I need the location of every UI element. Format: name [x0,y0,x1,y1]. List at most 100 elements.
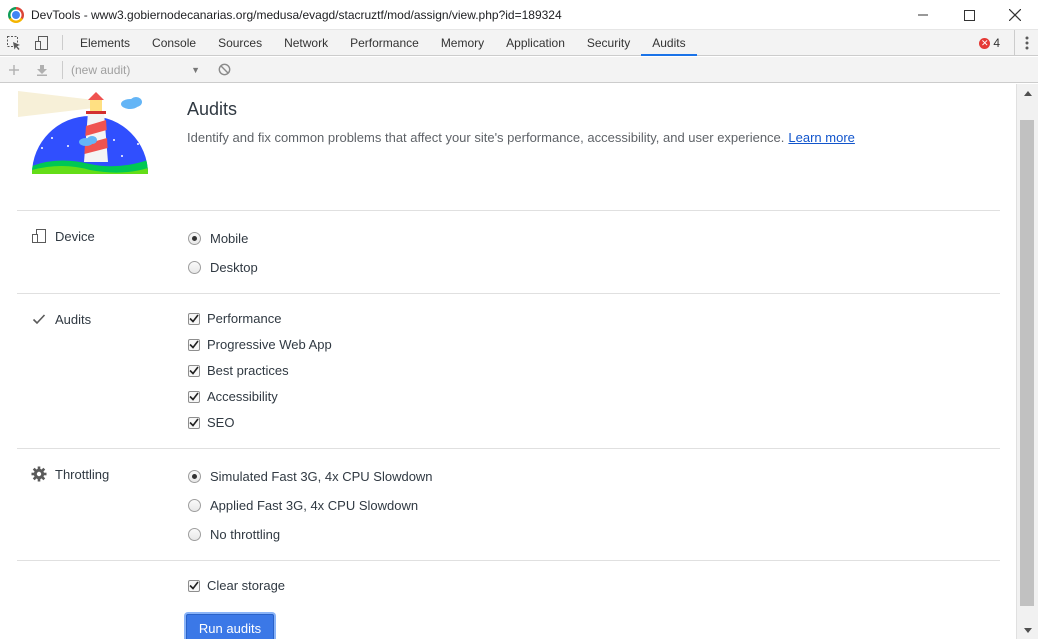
checkmark-icon [30,311,48,327]
minimize-button[interactable] [900,0,946,30]
window-controls [900,0,1038,30]
section-divider [17,210,1000,211]
throttling-option-none[interactable]: No throttling [188,527,280,542]
device-label: Device [55,228,95,244]
audits-section-label: Audits [30,311,91,327]
device-section-label: Device [30,228,95,244]
section-divider [17,293,1000,294]
audits-header: Audits Identify and fix common problems … [0,84,1016,210]
best-practices-label: Best practices [207,363,289,378]
download-icon [37,64,47,76]
more-options-button[interactable] [1014,30,1038,56]
scroll-down-arrow-icon [1023,627,1032,633]
new-audit-button[interactable] [0,64,28,76]
learn-more-link[interactable]: Learn more [788,130,854,145]
gear-icon [30,466,48,482]
tab-application[interactable]: Application [495,30,576,55]
clear-storage-option[interactable]: Clear storage [188,578,285,593]
performance-label: Performance [207,311,282,326]
error-count: 4 [993,36,1000,50]
audits-panel: Audits Identify and fix common problems … [0,84,1016,639]
tab-security[interactable]: Security [576,30,641,55]
plus-icon [9,64,19,75]
checkbox-best-practices[interactable] [188,364,200,377]
block-icon [218,63,230,76]
run-audits-button[interactable]: Run audits [186,614,274,639]
tab-elements[interactable]: Elements [69,30,141,55]
maximize-button[interactable] [946,0,992,30]
toolbar-divider [62,35,63,50]
scroll-down-button[interactable] [1017,621,1038,639]
section-divider [17,560,1000,561]
dropdown-arrow-icon: ▼ [191,64,200,75]
audit-select-value: (new audit) [71,62,131,77]
download-report-button[interactable] [28,64,56,76]
throttling-option-applied[interactable]: Applied Fast 3G, 4x CPU Slowdown [188,498,418,513]
checkbox-clear-storage[interactable] [188,579,200,592]
scroll-up-arrow-icon [1023,90,1032,96]
description-text: Identify and fix common problems that af… [187,130,785,145]
checkbox-accessibility[interactable] [188,390,200,403]
tabbar-right: ✕ 4 [979,30,1038,56]
window-title: DevTools - www3.gobiernodecanarias.org/m… [31,7,562,22]
category-performance[interactable]: Performance [188,311,281,326]
throttling-section-label: Throttling [30,466,109,482]
vertical-scrollbar[interactable] [1016,84,1038,639]
tab-audits[interactable]: Audits [641,30,697,56]
desktop-label: Desktop [210,260,258,275]
error-counter[interactable]: ✕ 4 [979,36,1000,50]
throttling-label: Throttling [55,466,110,482]
no-throttling-label: No throttling [210,527,281,542]
device-option-mobile[interactable]: Mobile [188,231,248,246]
radio-no-throttling[interactable] [188,528,201,541]
audits-label: Audits [55,311,92,327]
throttling-option-simulated[interactable]: Simulated Fast 3G, 4x CPU Slowdown [188,469,433,484]
radio-desktop[interactable] [188,261,201,274]
category-best-practices[interactable]: Best practices [188,363,289,378]
checkbox-pwa[interactable] [188,338,200,351]
close-window-button[interactable] [992,0,1038,30]
scrollbar-thumb[interactable] [1020,120,1034,606]
accessibility-label: Accessibility [207,389,278,404]
scroll-up-button[interactable] [1017,84,1038,102]
checkbox-seo[interactable] [188,416,200,429]
radio-mobile[interactable] [188,232,201,245]
applied-label: Applied Fast 3G, 4x CPU Slowdown [210,498,419,513]
tab-network[interactable]: Network [273,30,339,55]
clear-reports-button[interactable] [210,63,238,76]
page-title: Audits [187,99,238,119]
audit-report-select[interactable]: (new audit) ▼ [62,60,204,79]
window-titlebar: DevTools - www3.gobiernodecanarias.org/m… [0,0,1038,30]
radio-simulated[interactable] [188,470,201,483]
close-icon [1009,9,1021,21]
tab-console[interactable]: Console [141,30,207,55]
chrome-logo-icon [8,6,24,23]
tab-memory[interactable]: Memory [430,30,495,55]
kebab-menu-icon [1025,36,1028,50]
mobile-label: Mobile [210,231,249,246]
maximize-icon [963,9,975,21]
clear-storage-label: Clear storage [207,578,286,593]
audits-toolbar: (new audit) ▼ [0,57,1038,83]
checkbox-performance[interactable] [188,312,200,325]
device-option-desktop[interactable]: Desktop [188,260,258,275]
radio-applied[interactable] [188,499,201,512]
category-accessibility[interactable]: Accessibility [188,389,278,404]
minimize-icon [918,14,928,16]
pwa-label: Progressive Web App [207,337,332,352]
device-icon [30,228,48,244]
page-description: Identify and fix common problems that af… [187,130,855,145]
seo-label: SEO [207,415,235,430]
lighthouse-logo-icon [18,91,148,174]
tab-sources[interactable]: Sources [207,30,273,55]
device-toolbar-button[interactable] [28,30,56,55]
devtools-tabbar: Elements Console Sources Network Perform… [0,30,1038,56]
inspect-cursor-icon [7,35,20,50]
tab-performance[interactable]: Performance [339,30,430,55]
section-divider [17,448,1000,449]
category-pwa[interactable]: Progressive Web App [188,337,332,352]
error-icon: ✕ [979,37,991,49]
category-seo[interactable]: SEO [188,415,234,430]
device-toggle-icon [35,35,48,50]
inspect-element-button[interactable] [0,30,28,55]
